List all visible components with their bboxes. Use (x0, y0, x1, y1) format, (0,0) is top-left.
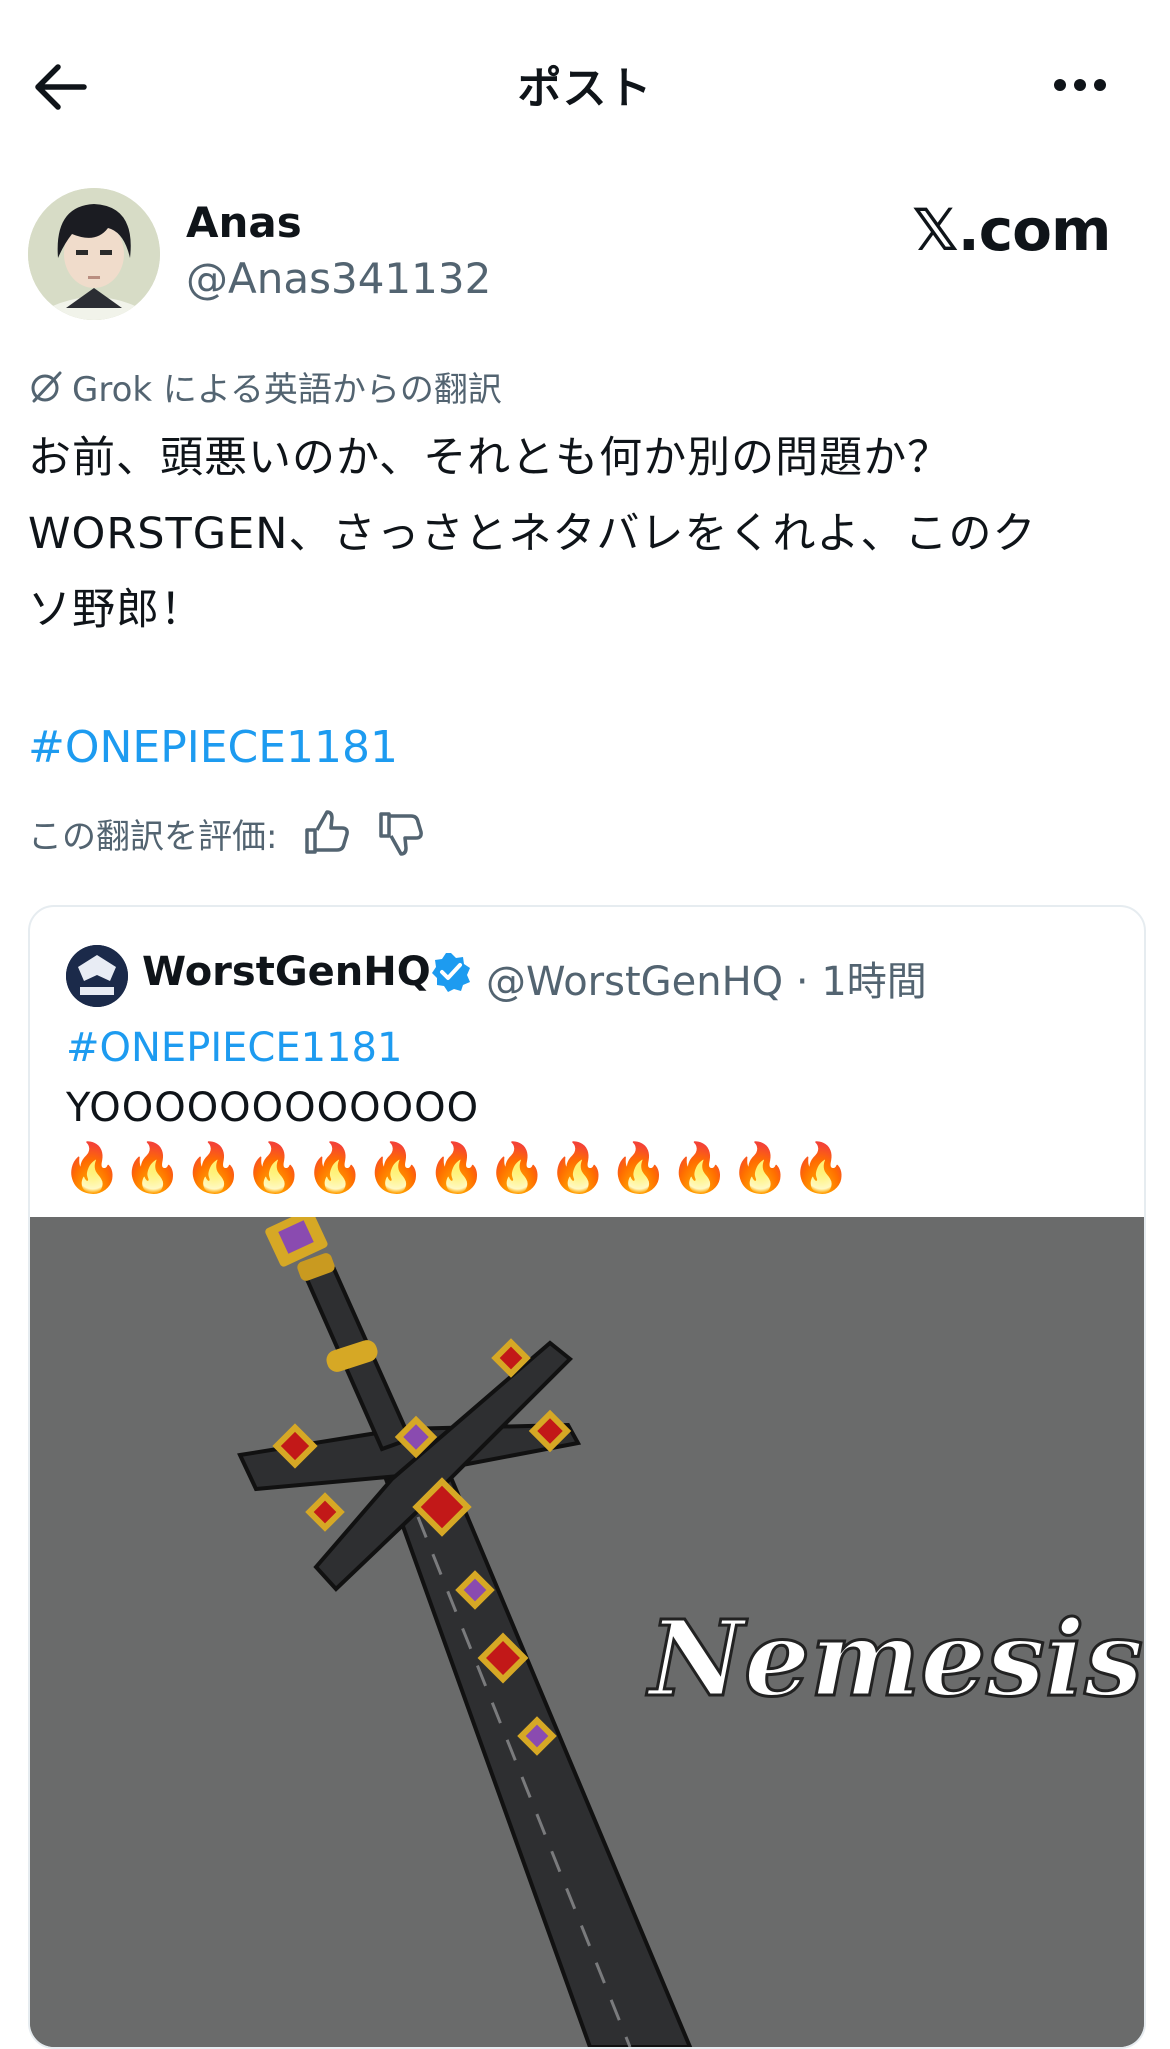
avatar-image (28, 188, 160, 320)
hashtag-link[interactable]: #ONEPIECE1181 (28, 722, 398, 773)
author-handle[interactable]: @Anas341132 (186, 254, 491, 303)
quoted-text: YOOOOOOOOOOOO (66, 1085, 480, 1131)
xcom-watermark: 𝕏.com (912, 196, 1111, 264)
author-display-name[interactable]: Anas (186, 198, 302, 247)
thumbs-up-icon[interactable] (301, 808, 351, 858)
quoted-display-name[interactable]: WorstGenHQ (142, 949, 431, 995)
post-text-line: ソ野郎！ (28, 585, 204, 635)
media-caption: Nemesis (646, 1597, 1143, 1720)
rate-translation-label: この翻訳を評価: (28, 816, 278, 857)
fire-emoji-row: 🔥🔥🔥🔥🔥🔥🔥🔥🔥🔥🔥🔥🔥 (62, 1140, 852, 1196)
grok-icon (31, 371, 62, 402)
page-title: ポスト (517, 63, 653, 114)
verified-badge-icon (432, 953, 470, 992)
quoted-post-card[interactable]: WorstGenHQ @WorstGenHQ · 1時間 #ONEPIECE11… (28, 905, 1146, 2049)
avatar[interactable] (28, 188, 160, 320)
translation-label-row: Grok による英語からの翻訳 (28, 362, 502, 411)
quoted-media-image[interactable]: Nemesis (30, 1217, 1144, 2047)
more-dots-icon[interactable] (1040, 60, 1120, 110)
thumbs-down-icon[interactable] (375, 808, 425, 858)
worstgen-logo-icon (66, 945, 128, 1007)
translation-label: Grok による英語からの翻訳 (72, 370, 502, 410)
quoted-avatar[interactable] (66, 945, 128, 1007)
quoted-handle-time[interactable]: @WorstGenHQ · 1時間 (486, 949, 927, 1007)
quoted-hashtag-link[interactable]: #ONEPIECE1181 (66, 1025, 402, 1071)
post-text-line: お前、頭悪いのか、それとも何か別の問題か？ (28, 433, 952, 483)
post-text: お前、頭悪いのか、それとも何か別の問題か？ WORSTGEN、さっさとネタバレを… (28, 420, 1138, 648)
post-text-line: WORSTGEN、さっさとネタバレをくれよ、このク (28, 509, 1037, 559)
rate-translation-row: この翻訳を評価: (28, 808, 425, 858)
sword-illustration: Nemesis (30, 1217, 1144, 2047)
